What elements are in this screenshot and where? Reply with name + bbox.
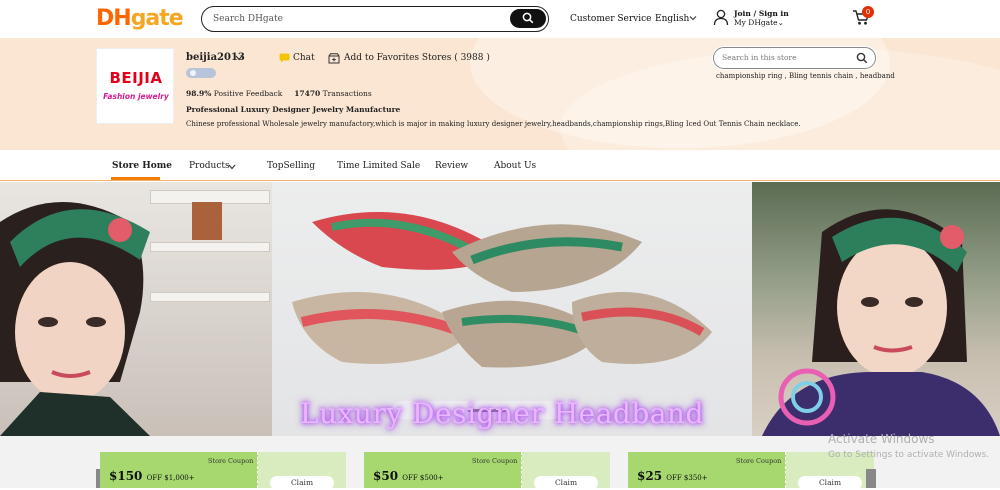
watermark-title: Activate Windows <box>828 432 935 446</box>
coupon-value: $150 <box>109 469 143 483</box>
activate-windows-watermark: Activate Windows Go to Settings to activ… <box>828 432 989 461</box>
store-coupon: Store Coupon $150 OFF $1,000+ Claim <box>100 452 346 490</box>
hero-carousel[interactable]: Luxury Designer Headband <box>0 182 1000 436</box>
coupon-divider <box>257 452 258 488</box>
account-menu[interactable]: Join / Sign in My DHgate⌄ <box>734 9 789 27</box>
tab-review[interactable]: Review <box>435 160 468 172</box>
store-banner: BEIJIA Fashion jewelry beijia2013 Chat A… <box>0 38 1000 150</box>
top-header: DHgate Search DHgate Customer Service En… <box>0 0 1000 38</box>
coupon-label: Store Coupon <box>736 457 782 465</box>
coupon-divider <box>521 452 522 488</box>
logo-dh-text: DH <box>96 6 132 31</box>
model-illustration <box>762 209 1000 436</box>
global-search-placeholder: Search DHgate <box>213 14 283 24</box>
global-search-button[interactable] <box>510 9 546 28</box>
model-illustration <box>0 202 150 436</box>
customer-service-link[interactable]: Customer Service <box>570 13 651 25</box>
coupon-label: Store Coupon <box>472 457 518 465</box>
search-icon[interactable] <box>856 52 868 64</box>
coupon-amount: $150 OFF $1,000+ <box>109 469 195 486</box>
coupon-condition: OFF $1,000+ <box>146 474 195 482</box>
store-search-input[interactable]: Search in this store <box>713 47 876 69</box>
coupon-condition: OFF $500+ <box>402 474 444 482</box>
store-coupon: Store Coupon $50 OFF $500+ Claim <box>364 452 610 490</box>
store-description: Chinese professional Wholesale jewelry m… <box>186 120 801 128</box>
positive-feedback-value: 98.9% <box>186 89 212 98</box>
user-icon[interactable] <box>713 9 729 26</box>
store-nav: Store Home Products TopSelling Time Limi… <box>0 150 1000 181</box>
chevron-down-icon[interactable] <box>235 55 243 61</box>
transactions-label: Transactions <box>322 89 372 98</box>
coupon-value: $25 <box>637 469 663 483</box>
coupon-label: Store Coupon <box>208 457 254 465</box>
store-level-badge <box>186 68 216 78</box>
transactions-value: 17470 <box>294 89 321 98</box>
medal-icon <box>190 70 196 76</box>
coupon-next-arrow[interactable] <box>866 469 876 488</box>
chat-button[interactable]: Chat <box>293 52 315 64</box>
tab-store-home[interactable]: Store Home <box>112 160 172 172</box>
store-headline: Professional Luxury Designer Jewelry Man… <box>186 105 401 114</box>
language-selector[interactable]: English <box>655 13 689 25</box>
coupon-amount: $50 OFF $500+ <box>373 469 444 486</box>
global-search-input[interactable]: Search DHgate <box>201 6 549 32</box>
active-tab-indicator <box>111 177 160 180</box>
my-dhgate-link[interactable]: My DHgate <box>734 18 778 27</box>
positive-feedback-label: Positive Feedback <box>213 89 283 98</box>
store-search-placeholder: Search in this store <box>722 53 797 62</box>
coupon-divider <box>785 452 786 488</box>
coupon-condition: OFF $350+ <box>666 474 708 482</box>
store-logo-brand: BEIJIA <box>109 69 163 87</box>
coupon-amount: $25 OFF $350+ <box>637 469 708 486</box>
tab-topselling[interactable]: TopSelling <box>267 160 315 172</box>
store-logo-subtitle: Fashion jewelry <box>103 92 169 101</box>
tab-time-limited-sale[interactable]: Time Limited Sale <box>337 160 420 172</box>
hero-photo-right <box>752 182 1000 436</box>
watermark-subtitle: Go to Settings to activate Windows. <box>828 450 990 460</box>
store-favorite-icon[interactable] <box>328 53 340 64</box>
chevron-down-icon[interactable] <box>689 14 697 22</box>
store-logo[interactable]: BEIJIA Fashion jewelry <box>96 48 174 124</box>
coupon-value: $50 <box>373 469 399 483</box>
hero-title: Luxury Designer Headband <box>300 397 704 430</box>
join-signin-link[interactable]: Join / Sign in <box>734 9 789 18</box>
chat-icon[interactable] <box>279 53 290 63</box>
store-stats: 98.9% Positive Feedback 17470 Transactio… <box>186 89 372 99</box>
logo-gate-text: gate <box>130 6 184 31</box>
add-to-favorites-button[interactable]: Add to Favorites Stores ( 3988 ) <box>344 52 490 64</box>
chevron-down-icon[interactable] <box>228 164 236 170</box>
search-icon <box>522 12 534 24</box>
store-hot-keywords[interactable]: championship ring , Bling tennis chain ,… <box>716 71 895 81</box>
chevron-down-icon: ⌄ <box>777 18 784 27</box>
hero-photo-left <box>0 182 272 436</box>
dhgate-logo[interactable]: DHgate <box>96 6 184 32</box>
tab-products[interactable]: Products <box>189 160 230 172</box>
cart-count-badge: 0 <box>862 6 874 18</box>
tab-about-us[interactable]: About Us <box>494 160 536 172</box>
